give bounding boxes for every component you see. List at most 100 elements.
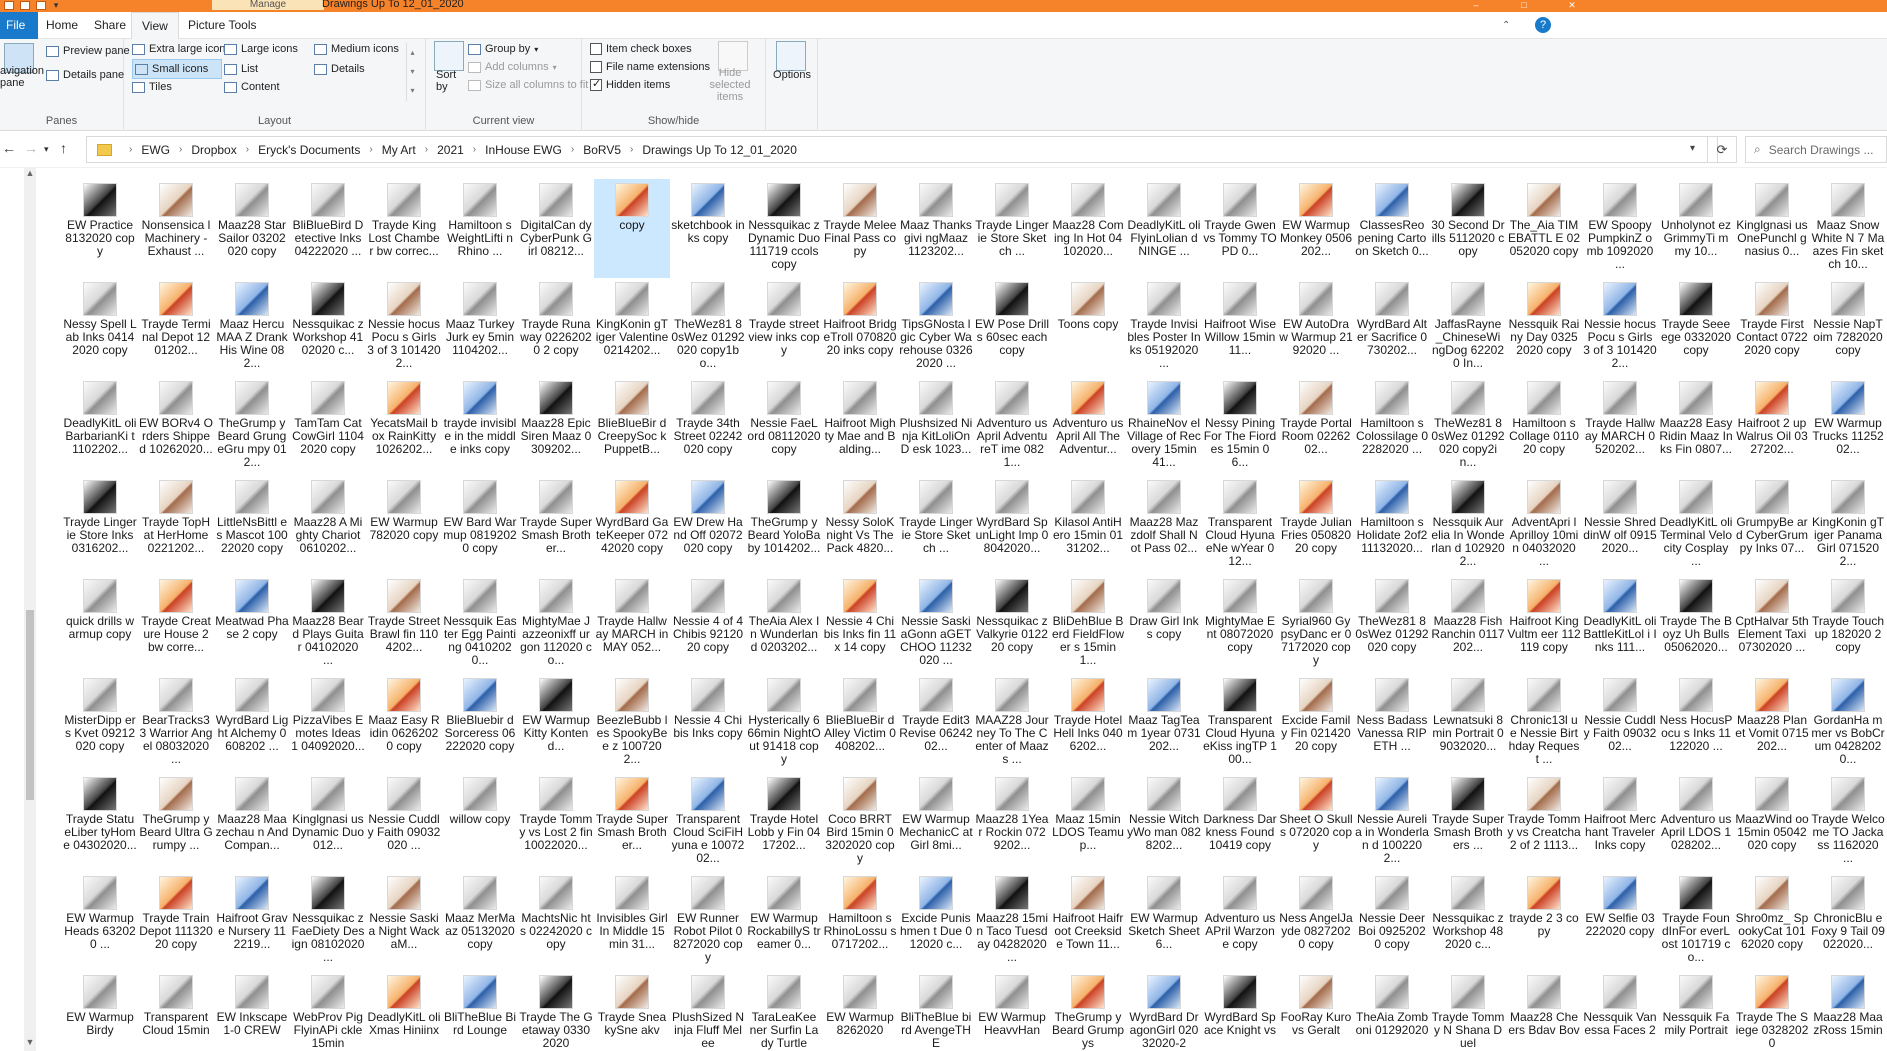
file-item[interactable]: Trayde SneakySne akv [594, 971, 670, 1051]
file-item[interactable]: Adventuro usAPril Warzone copy [1202, 872, 1278, 971]
file-item[interactable]: MisterDipp ers Kvet 09212020 copy [62, 674, 138, 773]
file-item[interactable]: Nessquik Vanessa Faces 2 [1582, 971, 1658, 1051]
file-item[interactable]: TheGrump yBeard YoloBaby 1014202... [746, 476, 822, 575]
add-columns-button[interactable]: Add columns ▾ [468, 57, 557, 77]
file-item[interactable]: Nessquikac z Valkyrie 012220 copy [974, 575, 1050, 674]
file-item[interactable]: Nessie hocusPocu s Girls 3 of 3 1014202.… [366, 278, 442, 377]
file-item[interactable]: Hamiltoon s Holidate 2of2 11132020... [1354, 476, 1430, 575]
file-item[interactable]: Nessie Aurelia in Wonderlan d 1002202... [1354, 773, 1430, 872]
vertical-scrollbar[interactable]: ▲ ▼ [24, 168, 36, 1051]
search-input[interactable]: ⌕ Search Drawings ... [1745, 136, 1887, 163]
breadcrumb-item[interactable]: 2021 [437, 143, 464, 157]
file-item[interactable]: Hysterically 666min NightOut 91418 copy [746, 674, 822, 773]
group-by-button[interactable]: Group by ▾ [468, 39, 538, 59]
file-item[interactable]: Ness Badass Vanessa RIPETH ... [1354, 674, 1430, 773]
file-item[interactable]: Trayde Portal Room 0226202... [1278, 377, 1354, 476]
file-item[interactable]: EW Spoopy PumpkinZ omb 1092020 ... [1582, 179, 1658, 278]
file-item[interactable]: ChronicBlu e Foxy 9 Tail 09022020... [1810, 872, 1886, 971]
file-item[interactable]: DeadlyKitL oli Xmas Hiniinx [366, 971, 442, 1051]
file-item[interactable]: Nessie Saskia Night WackaM... [366, 872, 442, 971]
file-item[interactable]: BliDehBlue Berd FieldFlower s 15min 1... [1050, 575, 1126, 674]
breadcrumb-separator-icon[interactable]: › [179, 144, 182, 155]
file-item[interactable]: Nessquikac z FaeDiety Design 08102020 ..… [290, 872, 366, 971]
file-item[interactable]: Nessie hocusPocu s Girls 3 of 3 1014202.… [1582, 278, 1658, 377]
file-item[interactable]: Unholynot ez GrimmyTi mmy 10... [1658, 179, 1734, 278]
file-item[interactable]: WyrdBard GateKeeper 07242020 copy [594, 476, 670, 575]
file-item[interactable]: Maaz Snow White N 7 Maazes Fin sketch 10… [1810, 179, 1886, 278]
file-item[interactable]: Maaz Easy Ridin 06262020 copy [366, 674, 442, 773]
file-item[interactable]: Trayde streetview inks copy [746, 278, 822, 377]
file-item[interactable]: Trayde Seeeege 0332020 copy [1658, 278, 1734, 377]
details-pane-button[interactable]: Details pane [46, 65, 124, 85]
file-item[interactable]: trayde invisible in the middle inks copy [442, 377, 518, 476]
file-item[interactable]: Haifroot Wise Willow 15min 11... [1202, 278, 1278, 377]
file-item[interactable]: EW Warmup Sketch Sheet 6... [1126, 872, 1202, 971]
file-item[interactable]: EW Inkscape 1-0 CREW [214, 971, 290, 1051]
file-item[interactable]: Nessie DeerBoi 09252020 copy [1354, 872, 1430, 971]
layout-details[interactable]: Details [314, 59, 365, 79]
file-item[interactable]: Shro0mz_ SpookyCat 10162020 copy [1734, 872, 1810, 971]
file-item[interactable]: EW Warmup Kitty Kontend... [518, 674, 594, 773]
breadcrumb-item[interactable]: Dropbox [191, 143, 236, 157]
file-item[interactable]: Transparent Cloud SciFiHyuna e 1007202..… [670, 773, 746, 872]
file-item[interactable]: WebProv PigFlyinAPi ckle 15min [290, 971, 366, 1051]
file-item[interactable]: EW Selfie 03222020 copy [1582, 872, 1658, 971]
file-item[interactable]: Trayde Welcome TO Jackass 1162020 ... [1810, 773, 1886, 872]
options-button[interactable]: Options [770, 69, 814, 89]
manage-context-tab[interactable]: Manage [212, 0, 324, 10]
file-item[interactable]: ClassesReo pening Cartoon Sketch 0... [1354, 179, 1430, 278]
layout-large-icons[interactable]: Large icons [224, 39, 298, 59]
refresh-icon[interactable]: ⟳ [1707, 136, 1737, 163]
file-item[interactable]: CptHalvar 5thElement Taxi 07302020 ... [1734, 575, 1810, 674]
file-item[interactable]: Nessie WitchyWo man 0828202... [1126, 773, 1202, 872]
file-item[interactable]: Maaz28 Fish Ranchin 0117202... [1430, 575, 1506, 674]
sort-by-icon[interactable] [434, 41, 464, 71]
file-item[interactable]: Trayde Train Depot 11132020 copy [138, 872, 214, 971]
file-item[interactable]: FooRay Kuro vs Geralt [1278, 971, 1354, 1051]
file-item[interactable]: PlushSized Ninja Fluff Melee [670, 971, 746, 1051]
file-item[interactable]: Adventuro usApril All The Adventur... [1050, 377, 1126, 476]
file-item[interactable]: Maaz28 Mazzdolf Shall Not Pass 02... [1126, 476, 1202, 575]
file-item[interactable]: BliTheBlue bird AvengeTHE [898, 971, 974, 1051]
file-item[interactable]: Transparent Cloud HyunaeKiss ingTP 100..… [1202, 674, 1278, 773]
file-item[interactable]: Adventuro usApril AdventureT ime 0821... [974, 377, 1050, 476]
file-item[interactable]: Trayde Invisibles Poster Inks 05192020 .… [1126, 278, 1202, 377]
file-item[interactable]: Trayde Julian Fries 05082020 copy [1278, 476, 1354, 575]
file-item[interactable]: Maaz28 Epic Siren Maaz 0309202... [518, 377, 594, 476]
file-item[interactable]: DeadlyKitL oli BattleKitLol i Inks 111..… [1582, 575, 1658, 674]
file-item[interactable]: EW Practice 8132020 copy [62, 179, 138, 278]
file-item[interactable]: Kinglgnasi us OnePunchl gnasius 0... [1734, 179, 1810, 278]
hidden-items-toggle[interactable]: Hidden items [590, 75, 670, 95]
file-item[interactable]: MightyMae Jazzeonixff urgon 112020 co... [518, 575, 594, 674]
file-item[interactable]: Trayde Tommy vs Creatcha 2 of 2 1113... [1506, 773, 1582, 872]
file-item[interactable]: WyrdBard DragonGirl 02032020-2 [1126, 971, 1202, 1051]
file-item[interactable]: Trayde Terminal Depot 1201202... [138, 278, 214, 377]
file-item[interactable]: Syrial960 GypsyDanc er 07172020 copy [1278, 575, 1354, 674]
file-item[interactable]: Maaz TagTeam 1year 0731202... [1126, 674, 1202, 773]
file-item[interactable]: Trayde Melee Final Pass copy [822, 179, 898, 278]
file-item[interactable]: EW Warmup RockabillyS treamer 0... [746, 872, 822, 971]
file-item[interactable]: Excide Punishmen t Due 012020 c... [898, 872, 974, 971]
file-item[interactable]: RhaineNov el Village of Recovery 15min 4… [1126, 377, 1202, 476]
tab-file[interactable]: File [0, 12, 38, 39]
file-item[interactable]: BearTracks3 3 Warrior Angel 08032020 ... [138, 674, 214, 773]
file-item[interactable]: BlieBlueBir d CreepySoc kPuppetB... [594, 377, 670, 476]
file-item[interactable]: Chronic13l ue Nessie Birthday Request ..… [1506, 674, 1582, 773]
file-item[interactable]: MAAZ28 Journey To The Center of Maazs ..… [974, 674, 1050, 773]
file-item[interactable]: willow copy [442, 773, 518, 872]
breadcrumb-item[interactable]: BoRV5 [583, 143, 621, 157]
file-item[interactable]: Kinglgnasi us Dynamic Duo 012... [290, 773, 366, 872]
file-item[interactable]: Ness AngelJayde 08272020 copy [1278, 872, 1354, 971]
file-item[interactable]: Trayde The Boyz Uh Bulls 05062020... [1658, 575, 1734, 674]
navigation-pane-button[interactable]: avigation pane [0, 65, 46, 89]
file-item[interactable]: KingKonin gTiger Valentine 0214202... [594, 278, 670, 377]
hidden-items-checkbox[interactable] [590, 77, 602, 91]
file-item[interactable]: Maaz28 MaazRoss 15min [1810, 971, 1886, 1051]
file-item[interactable]: Sheet O Skulls 072020 copy [1278, 773, 1354, 872]
breadcrumb-separator-icon[interactable]: › [473, 144, 476, 155]
file-item[interactable]: quick drills warmup copy [62, 575, 138, 674]
file-item[interactable]: DeadlyKitL oli BarbarianKi t 1102202... [62, 377, 138, 476]
file-item[interactable]: BliTheBlue Bird Lounge [442, 971, 518, 1051]
file-item[interactable]: WyrdBard Space Knight vs [1202, 971, 1278, 1051]
file-item[interactable]: Kilasol AntiHero 15min 0131202... [1050, 476, 1126, 575]
